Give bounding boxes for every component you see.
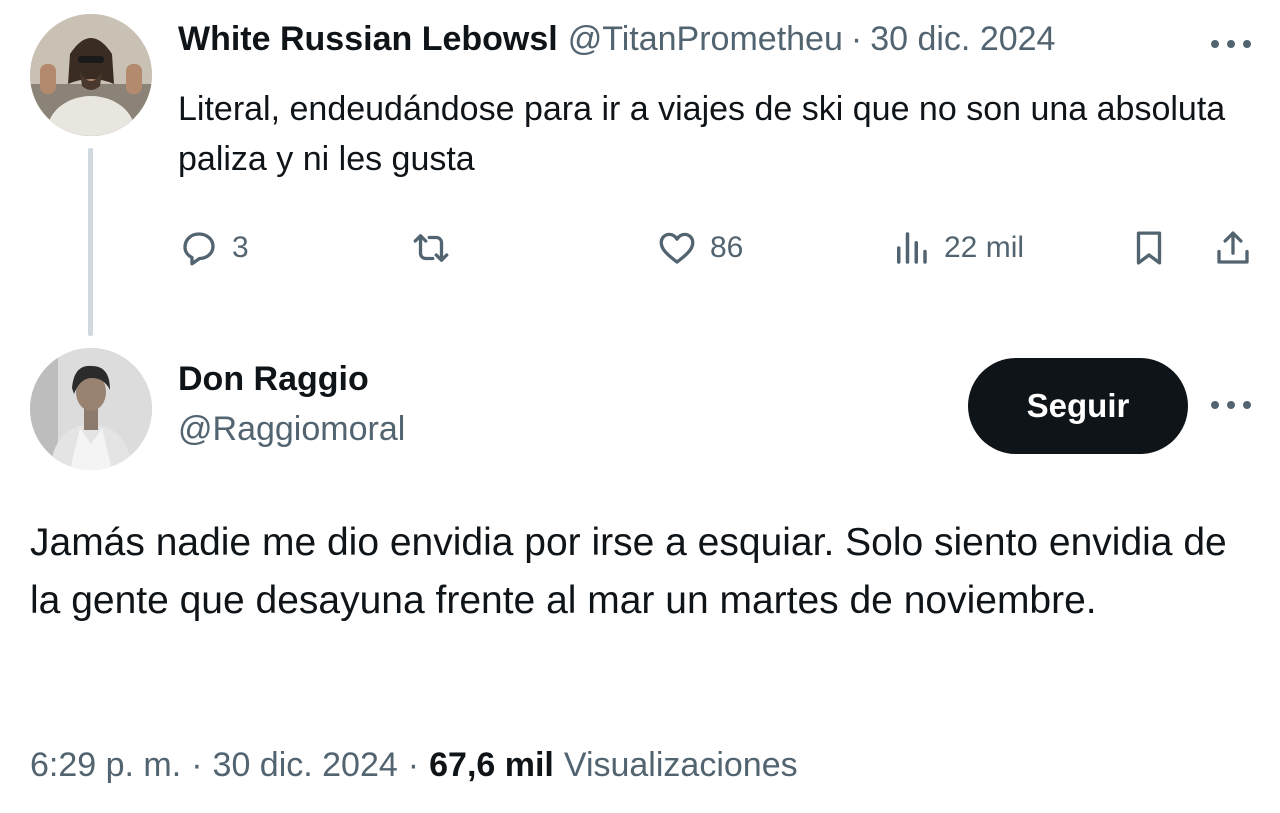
parent-tweet-text: Literal, endeudándose para ir a viajes d…	[178, 90, 1226, 178]
bookmark-button[interactable]	[1128, 220, 1170, 276]
reply-count: 3	[232, 231, 249, 264]
reply-icon	[183, 232, 215, 266]
tweet-date[interactable]: 30 dic. 2024	[213, 746, 398, 785]
main-tweet-text: Jamás nadie me dio envidia por irse a es…	[30, 521, 1227, 622]
like-button[interactable]: 86	[656, 220, 743, 276]
main-views-count: 67,6 mil	[429, 745, 554, 784]
header-separator: ·	[850, 19, 863, 58]
parent-tweet-actions: 3 86 22 mil	[178, 220, 1258, 276]
parent-author-avatar[interactable]	[30, 14, 152, 136]
views-button[interactable]: 22 mil	[890, 220, 1024, 276]
main-more-icon[interactable]	[1208, 392, 1254, 418]
views-icon	[897, 232, 927, 264]
bookmark-icon	[1136, 231, 1162, 265]
meta-separator: ·	[407, 745, 420, 784]
parent-author-handle[interactable]: @TitanPrometheu	[568, 20, 843, 59]
main-author-avatar[interactable]	[30, 348, 152, 470]
parent-tweet-date[interactable]: 30 dic. 2024	[870, 20, 1055, 59]
tweet-time[interactable]: 6:29 p. m.	[30, 746, 181, 785]
tweet-thread: White Russian Lebowsl @TitanPrometheu · …	[0, 0, 1280, 813]
like-count: 86	[710, 231, 744, 264]
reply-button[interactable]: 3	[178, 220, 249, 276]
thread-connector-line	[88, 148, 93, 336]
views-count: 22 mil	[944, 231, 1025, 264]
share-button[interactable]	[1212, 220, 1254, 276]
follow-button[interactable]: Seguir	[968, 358, 1188, 454]
main-tweet-meta: 6:29 p. m. · 30 dic. 2024 · 67,6 mil Vis…	[30, 740, 798, 790]
retweet-icon	[413, 234, 449, 262]
parent-tweet-header: White Russian Lebowsl @TitanPrometheu · …	[178, 14, 1055, 64]
meta-separator: ·	[191, 745, 203, 784]
retweet-button[interactable]	[410, 220, 452, 276]
main-author-name[interactable]: Don Raggio	[178, 360, 369, 399]
views-label: Visualizaciones	[563, 745, 798, 784]
parent-more-icon[interactable]	[1208, 28, 1254, 54]
share-icon	[1217, 231, 1249, 264]
parent-author-name[interactable]: White Russian Lebowsl	[178, 20, 558, 59]
main-author-handle[interactable]: @Raggiomoral	[178, 410, 405, 449]
heart-icon	[659, 232, 695, 264]
